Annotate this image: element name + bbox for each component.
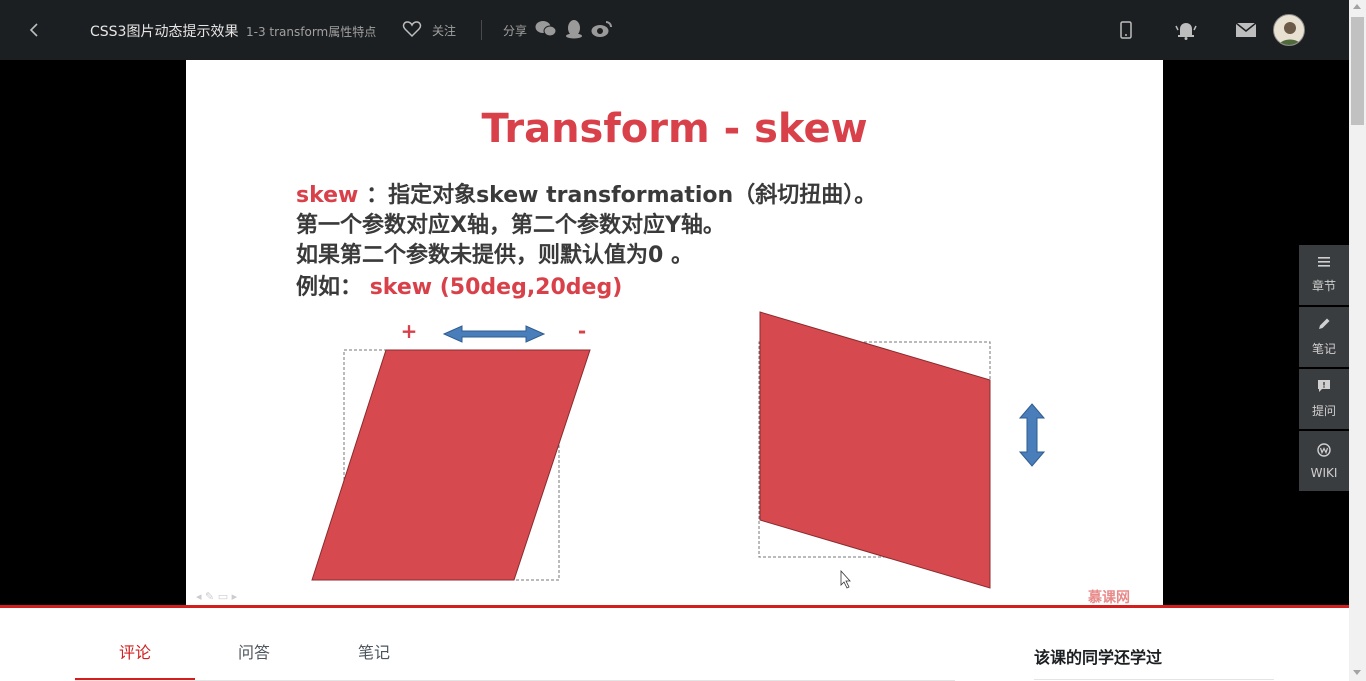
menu-icon bbox=[1317, 256, 1331, 271]
notes-button[interactable]: 笔记 bbox=[1299, 307, 1349, 367]
ask-question-button[interactable]: 提问 bbox=[1299, 369, 1349, 429]
tab-notes[interactable]: 笔记 bbox=[314, 639, 434, 663]
share-group: 分享 bbox=[503, 19, 613, 42]
back-icon[interactable] bbox=[24, 20, 44, 40]
mail-icon[interactable] bbox=[1216, 14, 1276, 46]
wechat-icon[interactable] bbox=[535, 20, 557, 41]
imooc-logo: 慕课网 bbox=[1088, 590, 1130, 606]
ask-label: 提问 bbox=[1311, 404, 1336, 418]
wiki-icon bbox=[1317, 442, 1331, 460]
chapters-label: 章节 bbox=[1311, 279, 1336, 293]
bottom-panel: 评论 问答 笔记 该课的同学还学过 bbox=[0, 608, 1349, 681]
scroll-up-icon[interactable] bbox=[1353, 4, 1361, 9]
avatar[interactable] bbox=[1273, 14, 1305, 46]
slide-controls[interactable]: ◂ ✎ ▭ ▸ bbox=[196, 590, 237, 603]
skew-illustration: + - bbox=[311, 311, 1046, 589]
notes-label: 笔记 bbox=[1311, 342, 1336, 356]
wiki-label: WIKI bbox=[1310, 465, 1338, 480]
chapters-button[interactable]: 章节 bbox=[1299, 245, 1349, 305]
share-label: 分享 bbox=[503, 23, 528, 38]
scrollbar-thumb[interactable] bbox=[1351, 17, 1364, 125]
bell-icon[interactable] bbox=[1156, 14, 1216, 46]
follow-button[interactable]: 关注 bbox=[402, 20, 456, 40]
top-navigation-bar: CSS3图片动态提示效果 1-3 transform属性特点 关注 分享 bbox=[0, 0, 1349, 60]
qq-icon[interactable] bbox=[565, 19, 583, 42]
skewed-shape-x bbox=[311, 349, 591, 581]
minus-sign: - bbox=[578, 319, 586, 343]
content-tabs: 评论 问答 笔记 bbox=[75, 608, 955, 681]
page-scrollbar[interactable] bbox=[1349, 0, 1366, 681]
active-tab-indicator bbox=[75, 678, 195, 680]
mouse-cursor bbox=[840, 569, 851, 589]
scroll-down-icon[interactable] bbox=[1353, 670, 1361, 675]
weibo-icon[interactable] bbox=[591, 20, 613, 41]
pencil-icon bbox=[1317, 317, 1331, 334]
follow-label: 关注 bbox=[432, 23, 457, 38]
wiki-button[interactable]: WIKI bbox=[1299, 431, 1349, 491]
horizontal-arrow bbox=[442, 325, 546, 343]
mobile-icon[interactable] bbox=[1096, 14, 1156, 46]
related-courses-title: 该课的同学还学过 bbox=[1034, 648, 1163, 667]
heart-icon bbox=[402, 20, 422, 41]
user-toolbar bbox=[1096, 14, 1276, 46]
course-title[interactable]: CSS3图片动态提示效果 bbox=[90, 21, 238, 41]
question-icon bbox=[1317, 379, 1331, 396]
side-toolbar: 章节 笔记 提问 WIKI bbox=[1299, 245, 1349, 493]
divider bbox=[1034, 679, 1274, 680]
plus-sign: + bbox=[401, 319, 418, 343]
divider bbox=[481, 20, 482, 40]
skewed-shape-y bbox=[759, 311, 991, 589]
vertical-arrow bbox=[1018, 403, 1046, 467]
tab-qa[interactable]: 问答 bbox=[194, 639, 314, 663]
chapter-title: 1-3 transform属性特点 bbox=[246, 25, 377, 39]
slide: Transform - skew skew ：指定对象skew transfor… bbox=[186, 60, 1163, 606]
tab-comments[interactable]: 评论 bbox=[75, 639, 195, 663]
video-player[interactable]: Transform - skew skew ：指定对象skew transfor… bbox=[0, 60, 1349, 606]
